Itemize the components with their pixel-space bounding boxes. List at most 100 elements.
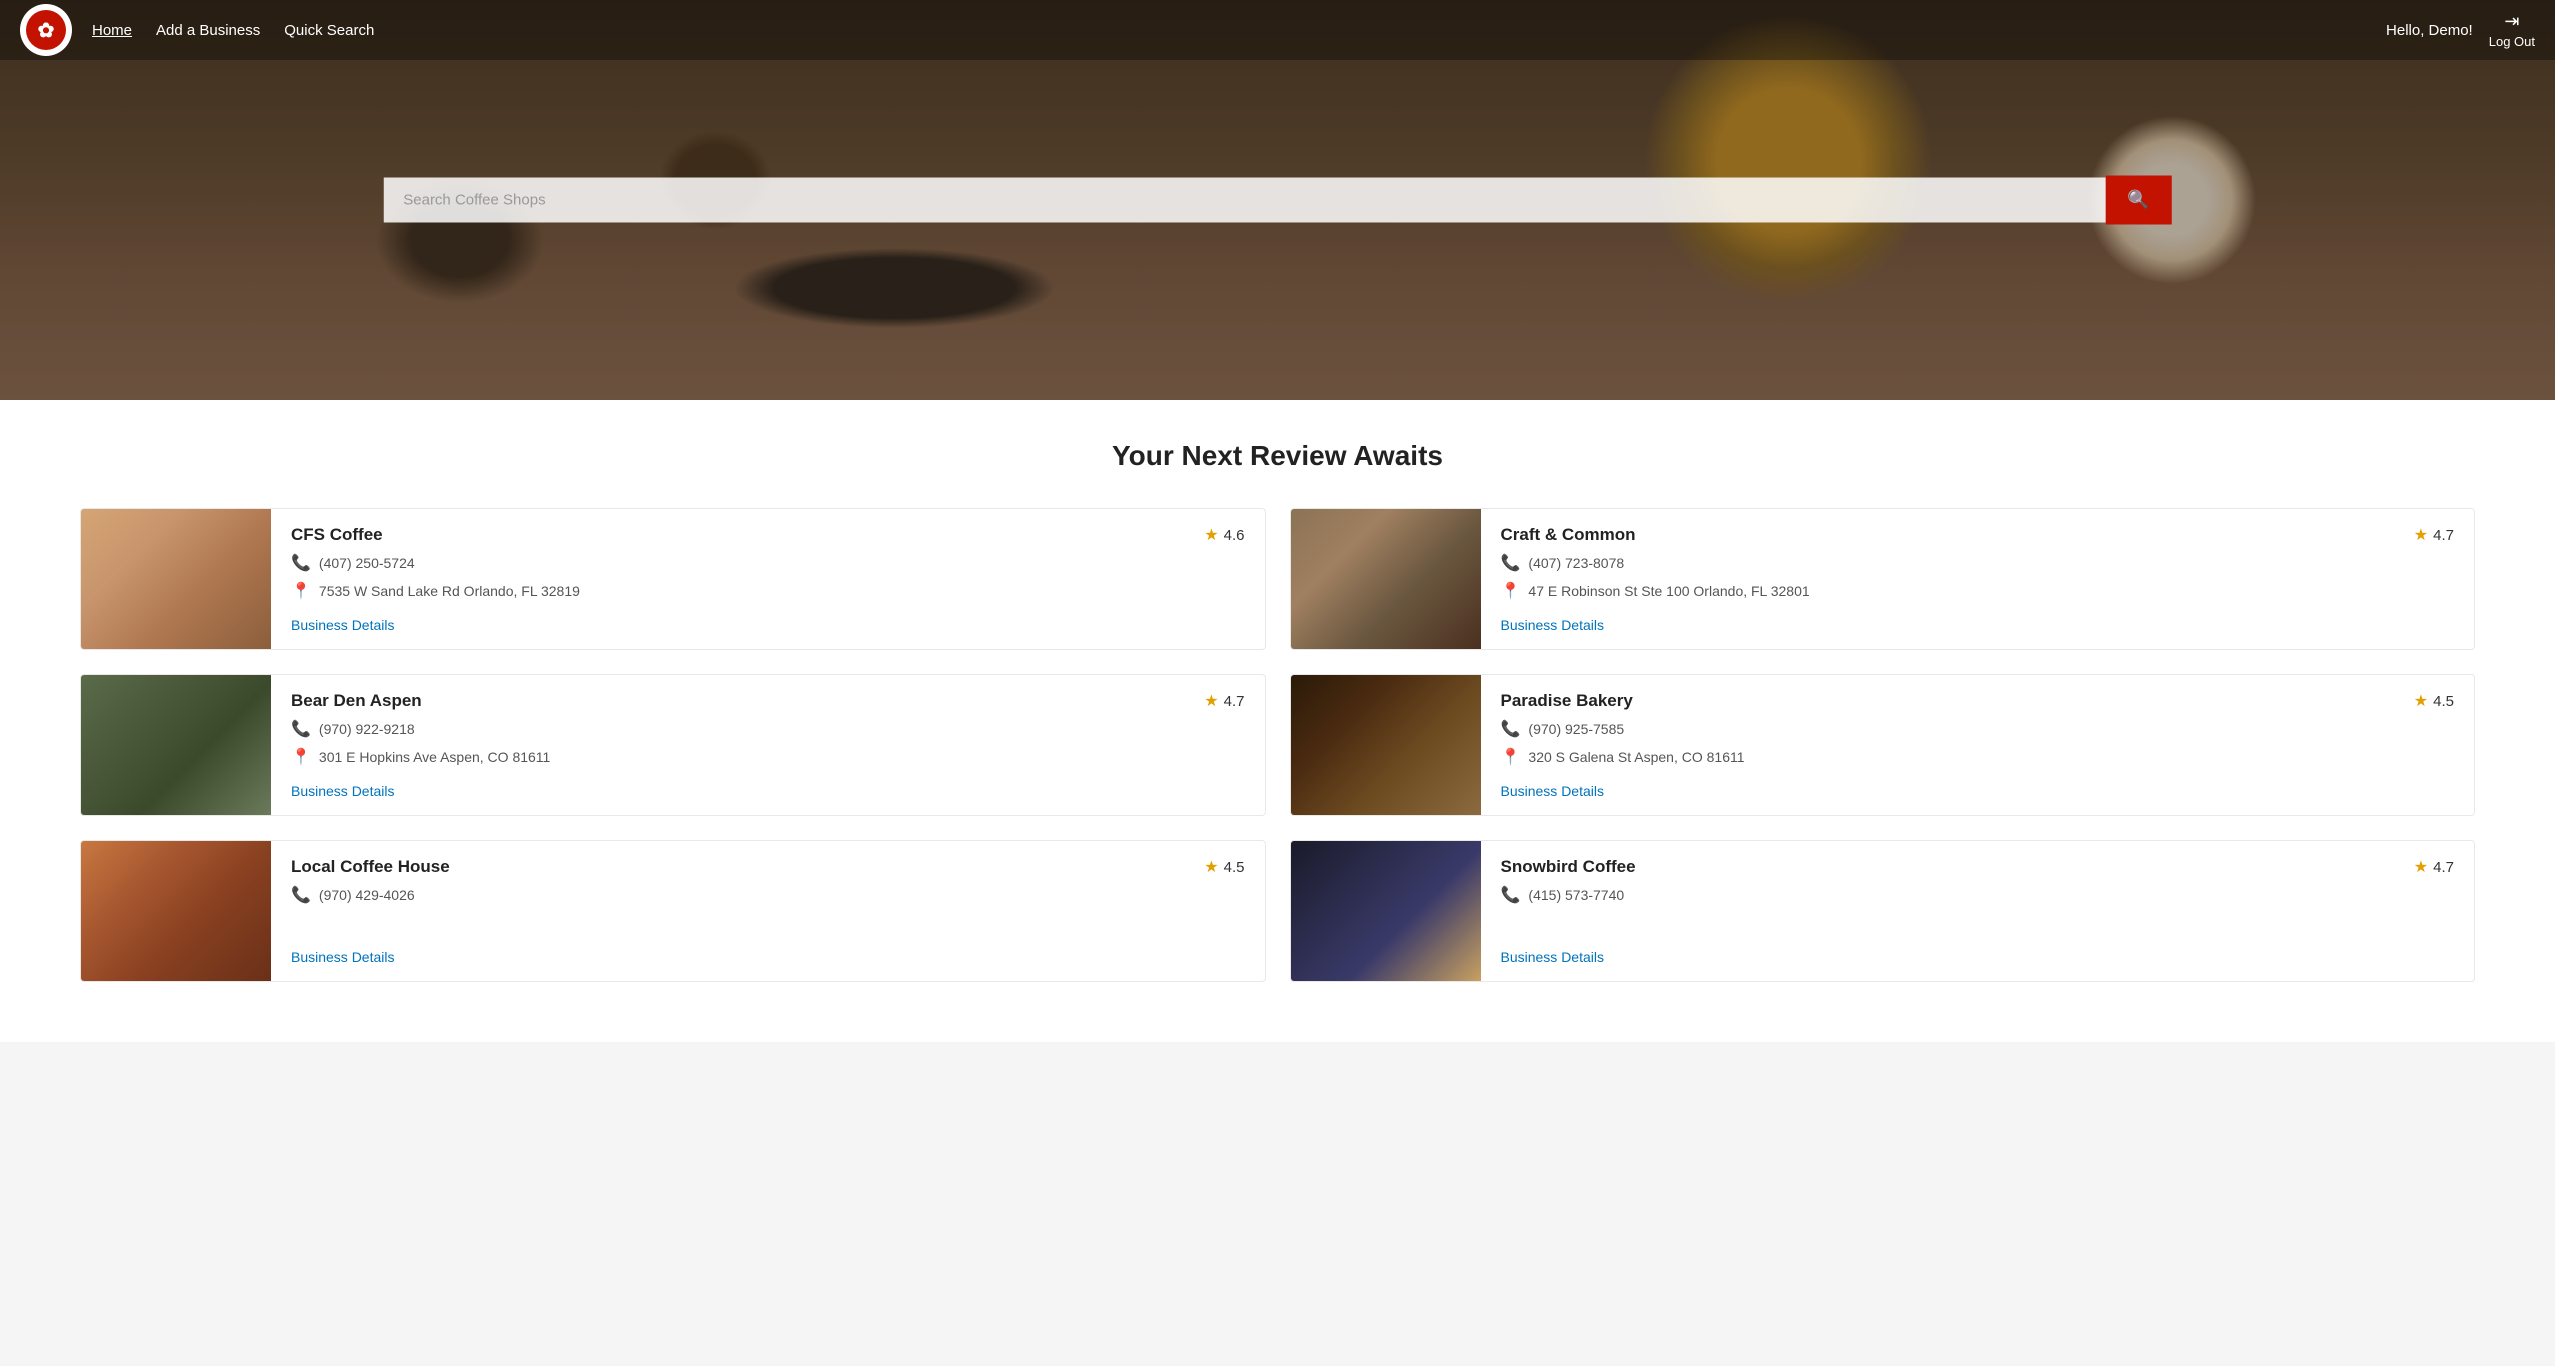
- business-card-paradise-bakery: Paradise Bakery ★ 4.5 📞 (970) 925-7585 📍…: [1290, 674, 2476, 816]
- rating-value: 4.7: [2433, 859, 2454, 876]
- business-header: Craft & Common ★ 4.7: [1501, 525, 2455, 545]
- business-details-link[interactable]: Business Details: [291, 949, 395, 965]
- location-icon: 📍: [291, 747, 311, 767]
- business-name: Local Coffee House: [291, 857, 450, 877]
- business-phone: (970) 922-9218: [319, 721, 415, 737]
- address-row: 📍 320 S Galena St Aspen, CO 81611: [1501, 747, 2455, 767]
- rating-value: 4.7: [1224, 693, 1245, 710]
- hero-search-container: 🔍: [383, 176, 2172, 225]
- business-name: Bear Den Aspen: [291, 691, 422, 711]
- nav-quick-search[interactable]: Quick Search: [284, 22, 374, 39]
- business-card-bear-den: Bear Den Aspen ★ 4.7 📞 (970) 922-9218 📍 …: [80, 674, 1266, 816]
- business-details-link[interactable]: Business Details: [291, 783, 395, 799]
- search-button[interactable]: 🔍: [2105, 176, 2171, 225]
- rating-value: 4.6: [1224, 527, 1245, 544]
- section-title: Your Next Review Awaits: [80, 440, 2475, 472]
- business-info: Local Coffee House ★ 4.5 📞 (970) 429-402…: [271, 841, 1265, 981]
- business-phone: (970) 429-4026: [319, 887, 415, 903]
- business-details-link[interactable]: Business Details: [1501, 783, 1605, 799]
- business-name: CFS Coffee: [291, 525, 383, 545]
- business-card-craft-common: Craft & Common ★ 4.7 📞 (407) 723-8078 📍 …: [1290, 508, 2476, 650]
- star-icon: ★: [1204, 691, 1218, 711]
- business-name: Craft & Common: [1501, 525, 1636, 545]
- star-icon: ★: [2414, 857, 2428, 877]
- business-rating: ★ 4.7: [1204, 691, 1244, 711]
- business-image: [81, 509, 271, 649]
- business-info: Craft & Common ★ 4.7 📞 (407) 723-8078 📍 …: [1481, 509, 2475, 649]
- business-details-link[interactable]: Business Details: [1501, 617, 1605, 633]
- business-image: [1291, 509, 1481, 649]
- phone-icon: 📞: [291, 719, 311, 739]
- phone-icon: 📞: [1501, 719, 1521, 739]
- phone-icon: 📞: [1501, 553, 1521, 573]
- hero-section: 🔍: [0, 0, 2555, 400]
- business-header: Bear Den Aspen ★ 4.7: [291, 691, 1245, 711]
- rating-value: 4.5: [1224, 859, 1245, 876]
- phone-row: 📞 (407) 250-5724: [291, 553, 1245, 573]
- nav-right: Hello, Demo! ⇥ Log Out: [2386, 11, 2535, 49]
- business-grid: CFS Coffee ★ 4.6 📞 (407) 250-5724 📍 7535…: [80, 508, 2475, 982]
- search-input[interactable]: [383, 178, 2105, 223]
- business-details-link[interactable]: Business Details: [1501, 949, 1605, 965]
- main-content: Your Next Review Awaits CFS Coffee ★ 4.6…: [0, 400, 2555, 1042]
- rating-value: 4.7: [2433, 527, 2454, 544]
- business-image: [81, 675, 271, 815]
- address-row: 📍 301 E Hopkins Ave Aspen, CO 81611: [291, 747, 1245, 767]
- location-icon: 📍: [1501, 581, 1521, 601]
- business-image: [1291, 675, 1481, 815]
- nav-home[interactable]: Home: [92, 22, 132, 39]
- business-phone: (407) 250-5724: [319, 555, 415, 571]
- business-rating: ★ 4.7: [2414, 857, 2454, 877]
- phone-row: 📞 (970) 925-7585: [1501, 719, 2455, 739]
- business-address: 301 E Hopkins Ave Aspen, CO 81611: [319, 749, 550, 765]
- business-image: [81, 841, 271, 981]
- business-phone: (415) 573-7740: [1528, 887, 1624, 903]
- nav-links: Home Add a Business Quick Search: [92, 22, 2386, 39]
- business-card-local-coffee: Local Coffee House ★ 4.5 📞 (970) 429-402…: [80, 840, 1266, 982]
- location-icon: 📍: [1501, 747, 1521, 767]
- logout-button[interactable]: ⇥ Log Out: [2489, 11, 2535, 49]
- search-icon: 🔍: [2127, 190, 2149, 210]
- business-address: 320 S Galena St Aspen, CO 81611: [1528, 749, 1744, 765]
- phone-icon: 📞: [291, 553, 311, 573]
- business-phone: (970) 925-7585: [1528, 721, 1624, 737]
- location-icon: 📍: [291, 581, 311, 601]
- star-icon: ★: [2414, 691, 2428, 711]
- nav-add-business[interactable]: Add a Business: [156, 22, 260, 39]
- business-card-snowbird-coffee: Snowbird Coffee ★ 4.7 📞 (415) 573-7740 B…: [1290, 840, 2476, 982]
- logout-label: Log Out: [2489, 34, 2535, 49]
- phone-icon: 📞: [291, 885, 311, 905]
- phone-row: 📞 (407) 723-8078: [1501, 553, 2455, 573]
- business-address: 47 E Robinson St Ste 100 Orlando, FL 328…: [1528, 583, 1809, 599]
- greeting-text: Hello, Demo!: [2386, 22, 2473, 39]
- logout-icon: ⇥: [2504, 11, 2519, 32]
- business-phone: (407) 723-8078: [1528, 555, 1624, 571]
- business-details-link[interactable]: Business Details: [291, 617, 395, 633]
- business-header: Paradise Bakery ★ 4.5: [1501, 691, 2455, 711]
- logo-icon: ✿: [26, 10, 66, 50]
- business-rating: ★ 4.7: [2414, 525, 2454, 545]
- business-rating: ★ 4.6: [1204, 525, 1244, 545]
- phone-row: 📞 (970) 922-9218: [291, 719, 1245, 739]
- navbar: ✿ Home Add a Business Quick Search Hello…: [0, 0, 2555, 60]
- phone-row: 📞 (970) 429-4026: [291, 885, 1245, 905]
- business-header: CFS Coffee ★ 4.6: [291, 525, 1245, 545]
- business-info: Bear Den Aspen ★ 4.7 📞 (970) 922-9218 📍 …: [271, 675, 1265, 815]
- business-card-cfs-coffee: CFS Coffee ★ 4.6 📞 (407) 250-5724 📍 7535…: [80, 508, 1266, 650]
- business-header: Local Coffee House ★ 4.5: [291, 857, 1245, 877]
- business-header: Snowbird Coffee ★ 4.7: [1501, 857, 2455, 877]
- business-address: 7535 W Sand Lake Rd Orlando, FL 32819: [319, 583, 580, 599]
- business-name: Snowbird Coffee: [1501, 857, 1636, 877]
- business-rating: ★ 4.5: [2414, 691, 2454, 711]
- logo[interactable]: ✿: [20, 4, 72, 56]
- rating-value: 4.5: [2433, 693, 2454, 710]
- star-icon: ★: [1204, 525, 1218, 545]
- address-row: 📍 47 E Robinson St Ste 100 Orlando, FL 3…: [1501, 581, 2455, 601]
- address-row: 📍 7535 W Sand Lake Rd Orlando, FL 32819: [291, 581, 1245, 601]
- star-icon: ★: [1204, 857, 1218, 877]
- business-info: Paradise Bakery ★ 4.5 📞 (970) 925-7585 📍…: [1481, 675, 2475, 815]
- business-rating: ★ 4.5: [1204, 857, 1244, 877]
- business-name: Paradise Bakery: [1501, 691, 1633, 711]
- phone-icon: 📞: [1501, 885, 1521, 905]
- business-info: CFS Coffee ★ 4.6 📞 (407) 250-5724 📍 7535…: [271, 509, 1265, 649]
